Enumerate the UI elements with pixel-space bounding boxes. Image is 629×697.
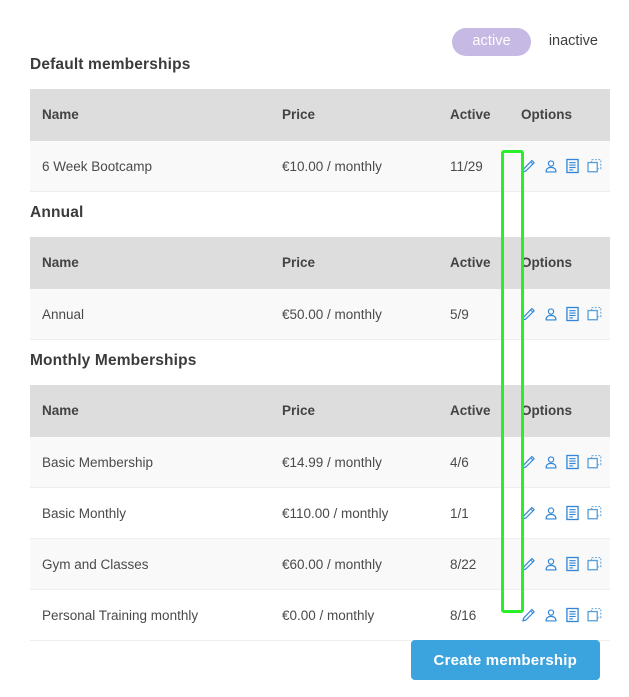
cell-price: €10.00 / monthly <box>282 141 450 192</box>
table-row: Personal Training monthly €0.00 / monthly… <box>30 589 610 641</box>
cell-active-count: 8/22 <box>450 538 521 590</box>
edit-pencil-icon[interactable] <box>521 505 536 521</box>
memberships-table: Name Price Active Options 6 Week Bootcamp €10… <box>30 89 610 192</box>
cell-membership-name: 6 Week Bootcamp <box>30 141 282 192</box>
document-list-icon[interactable] <box>565 158 580 174</box>
cell-active-count: 5/9 <box>450 289 521 340</box>
table-header-row: Name Price Active Options <box>30 89 610 141</box>
table-row: Basic Membership €14.99 / monthly 4/6 <box>30 437 610 488</box>
cell-price: €14.99 / monthly <box>282 437 450 488</box>
cell-membership-name: Gym and Classes <box>30 538 282 590</box>
member-person-icon[interactable] <box>543 454 558 470</box>
document-list-icon[interactable] <box>565 607 580 623</box>
section-title: Monthly Memberships <box>30 352 197 369</box>
member-person-icon[interactable] <box>543 306 558 322</box>
edit-pencil-icon[interactable] <box>521 556 536 572</box>
document-list-icon[interactable] <box>565 454 580 470</box>
membership-section: Monthly Memberships Name Price Active Option… <box>30 352 610 641</box>
footer-actions: Create membership <box>0 640 600 680</box>
row-options <box>521 158 610 174</box>
member-person-icon[interactable] <box>543 607 558 623</box>
membership-section: Annual Name Price Active Options Annual €50.00… <box>30 204 610 340</box>
membership-section: Default memberships Name Price Active Option… <box>30 56 610 192</box>
cell-options <box>521 487 610 539</box>
column-header-price: Price <box>282 385 450 437</box>
cell-options <box>521 538 610 590</box>
cell-price: €60.00 / monthly <box>282 538 450 590</box>
cell-price: €0.00 / monthly <box>282 589 450 641</box>
document-list-icon[interactable] <box>565 505 580 521</box>
edit-pencil-icon[interactable] <box>521 158 536 174</box>
create-membership-button[interactable]: Create membership <box>410 640 600 680</box>
duplicate-copy-icon[interactable] <box>587 454 602 470</box>
memberships-table: Name Price Active Options Basic Membership €1… <box>30 385 610 641</box>
column-header-options: Options <box>521 385 610 437</box>
table-row: 6 Week Bootcamp €10.00 / monthly 11/29 <box>30 141 610 192</box>
cell-options <box>521 289 610 340</box>
table-row: Annual €50.00 / monthly 5/9 <box>30 289 610 340</box>
duplicate-copy-icon[interactable] <box>587 158 602 174</box>
cell-active-count: 11/29 <box>450 141 521 192</box>
member-person-icon[interactable] <box>543 556 558 572</box>
column-header-active: Active <box>450 89 521 141</box>
cell-options <box>521 437 610 488</box>
duplicate-copy-icon[interactable] <box>587 505 602 521</box>
cell-membership-name: Basic Membership <box>30 437 282 488</box>
section-title: Default memberships <box>30 56 191 73</box>
filter-inactive-link[interactable]: inactive <box>547 28 600 56</box>
duplicate-copy-icon[interactable] <box>587 306 602 322</box>
cell-active-count: 1/1 <box>450 487 521 539</box>
table-row: Gym and Classes €60.00 / monthly 8/22 <box>30 538 610 590</box>
cell-membership-name: Personal Training monthly <box>30 589 282 641</box>
cell-membership-name: Basic Monthly <box>30 487 282 539</box>
row-options <box>521 556 610 572</box>
row-options <box>521 306 610 322</box>
cell-membership-name: Annual <box>30 289 282 340</box>
edit-pencil-icon[interactable] <box>521 607 536 623</box>
column-header-options: Options <box>521 89 610 141</box>
duplicate-copy-icon[interactable] <box>587 556 602 572</box>
table-header-row: Name Price Active Options <box>30 237 610 289</box>
column-header-name: Name <box>30 237 282 289</box>
column-header-active: Active <box>450 237 521 289</box>
memberships-table: Name Price Active Options Annual €50.00 / mon… <box>30 237 610 340</box>
status-filter-bar: active inactive <box>0 28 600 56</box>
member-person-icon[interactable] <box>543 158 558 174</box>
duplicate-copy-icon[interactable] <box>587 607 602 623</box>
document-list-icon[interactable] <box>565 306 580 322</box>
cell-options <box>521 141 610 192</box>
member-person-icon[interactable] <box>543 505 558 521</box>
column-header-options: Options <box>521 237 610 289</box>
edit-pencil-icon[interactable] <box>521 306 536 322</box>
cell-active-count: 4/6 <box>450 437 521 488</box>
cell-options <box>521 589 610 641</box>
cell-price: €110.00 / monthly <box>282 487 450 539</box>
cell-active-count: 8/16 <box>450 589 521 641</box>
section-title: Annual <box>30 204 84 221</box>
column-header-name: Name <box>30 89 282 141</box>
column-header-active: Active <box>450 385 521 437</box>
column-header-price: Price <box>282 237 450 289</box>
row-options <box>521 607 610 623</box>
row-options <box>521 505 610 521</box>
cell-price: €50.00 / monthly <box>282 289 450 340</box>
document-list-icon[interactable] <box>565 556 580 572</box>
filter-active-pill[interactable]: active <box>452 28 531 56</box>
row-options <box>521 454 610 470</box>
memberships-content: Default memberships Name Price Active Option… <box>30 56 610 641</box>
column-header-name: Name <box>30 385 282 437</box>
table-header-row: Name Price Active Options <box>30 385 610 437</box>
column-header-price: Price <box>282 89 450 141</box>
table-row: Basic Monthly €110.00 / monthly 1/1 <box>30 487 610 539</box>
edit-pencil-icon[interactable] <box>521 454 536 470</box>
